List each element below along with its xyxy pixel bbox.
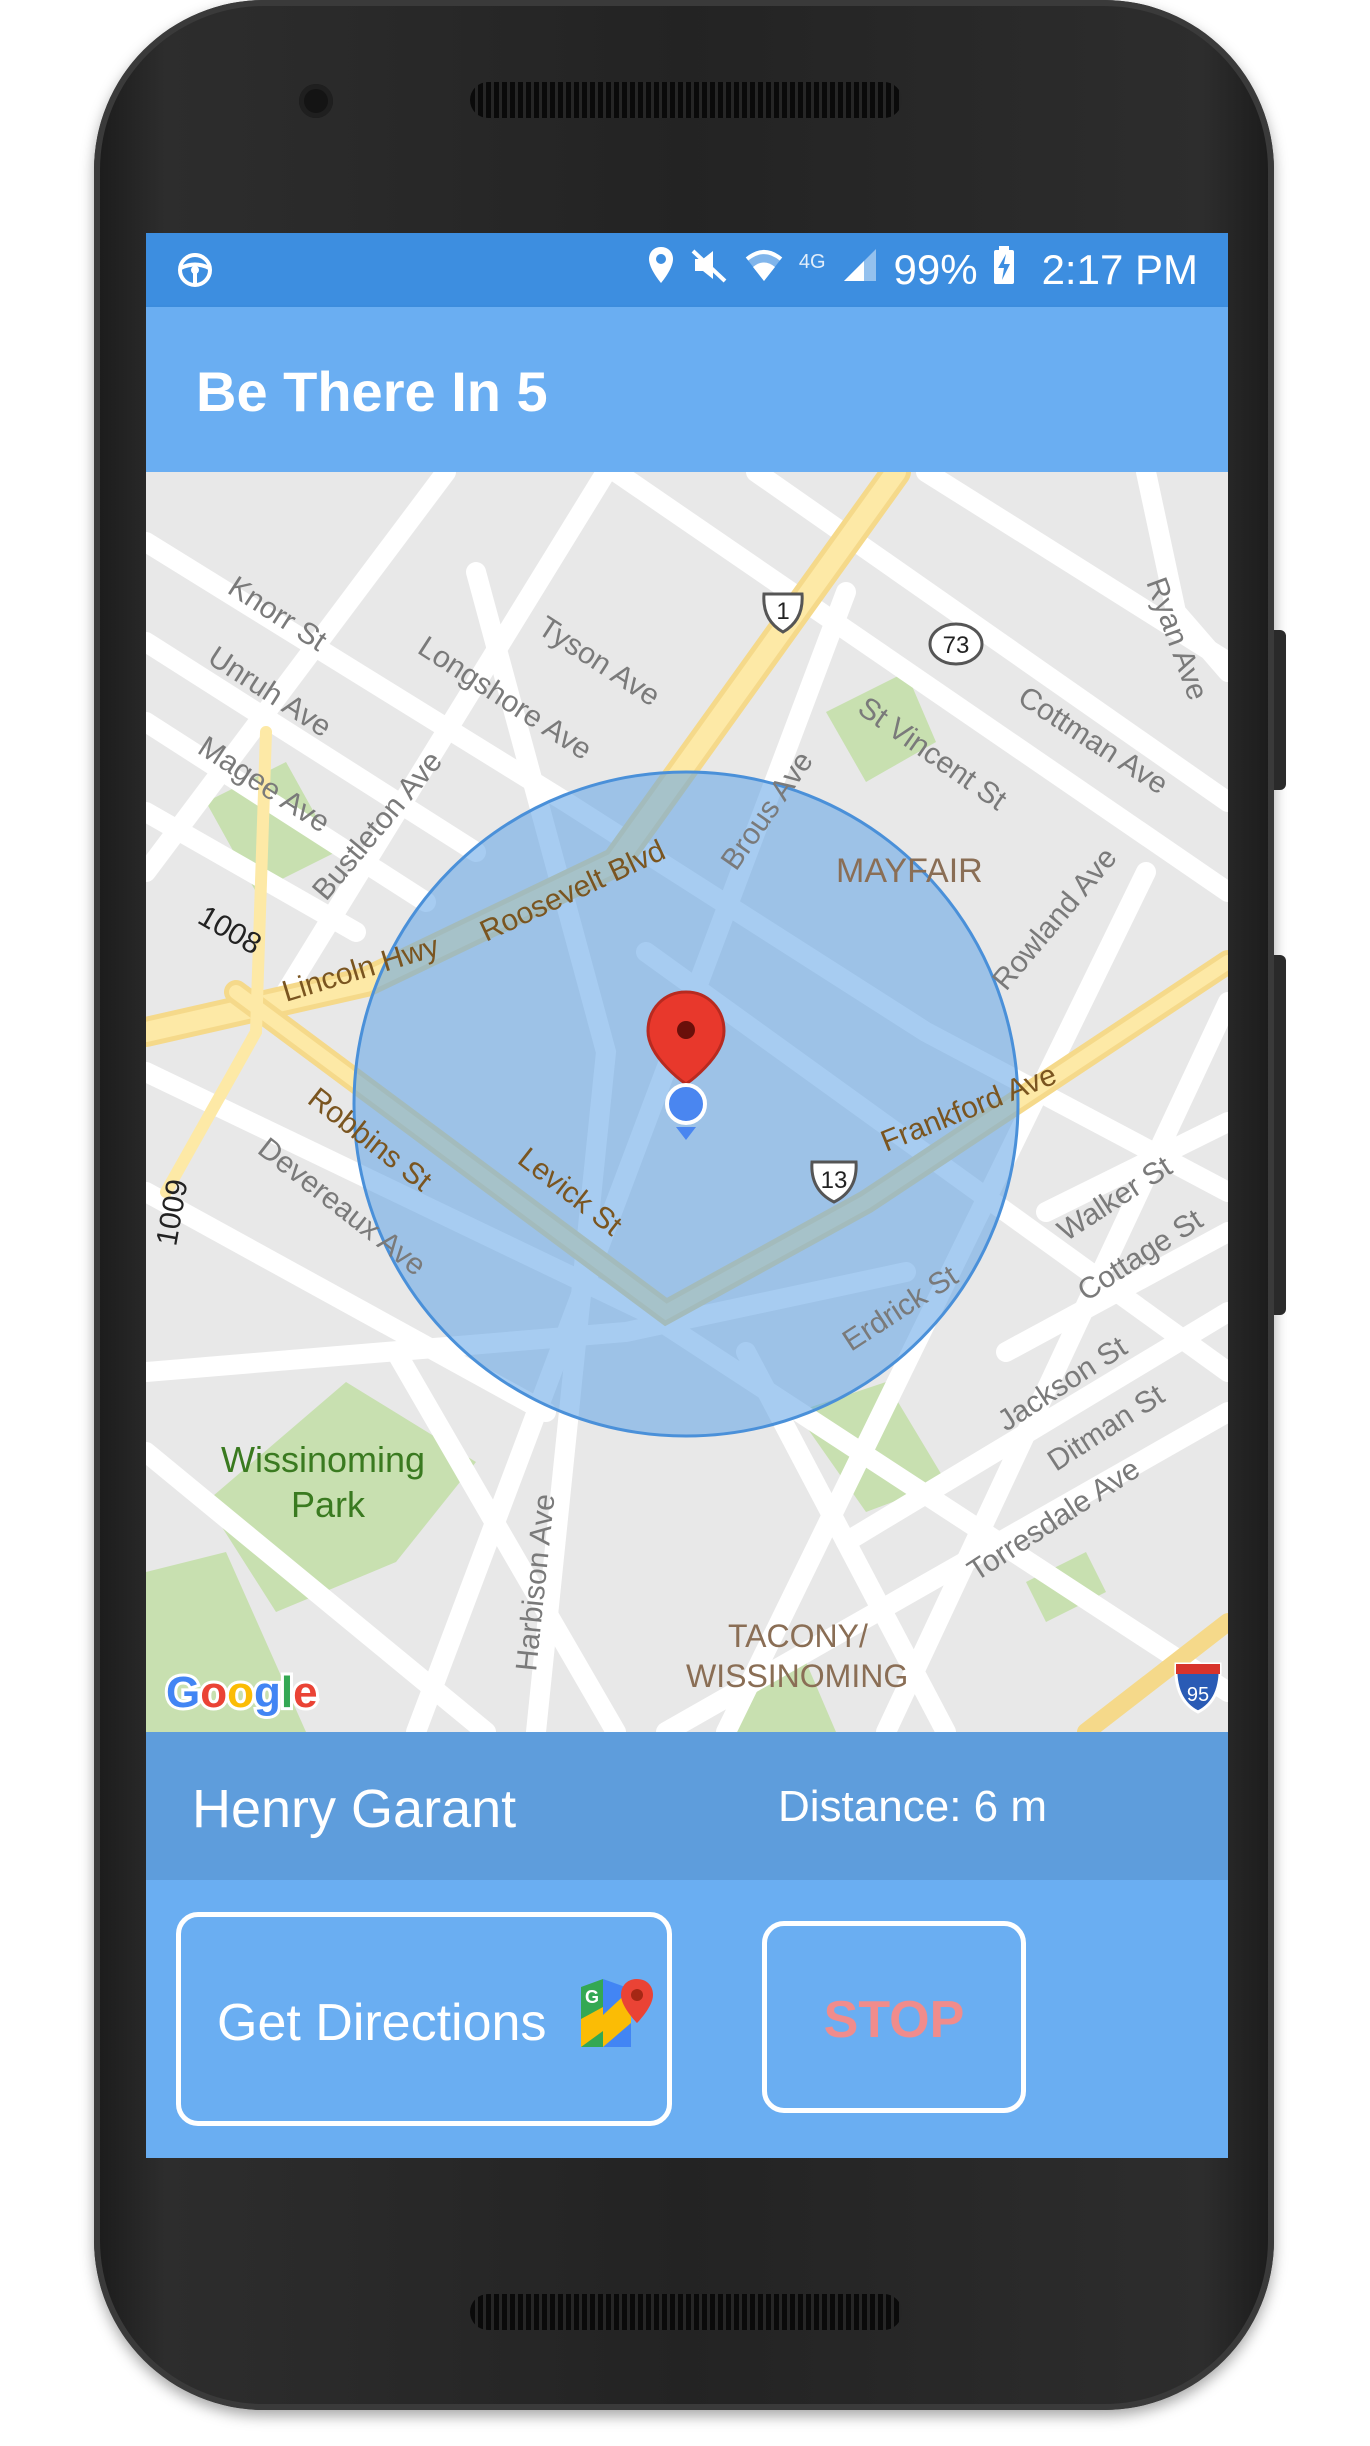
shield-number: 13 (821, 1167, 848, 1194)
shield-number: 73 (943, 632, 970, 659)
location-pin-icon (647, 245, 675, 295)
map-view[interactable]: Knorr St Unruh Ave Magee Ave Longshore A… (146, 472, 1228, 1732)
signal-icon (840, 245, 880, 295)
park-label: Wissinoming (221, 1439, 425, 1480)
earpiece-speaker (470, 82, 902, 118)
action-bar: Get Directions G STOP (146, 1880, 1228, 2158)
app-title: Be There In 5 (196, 360, 548, 423)
screen: 4G 99% 2:17 PM Be There In 5 Knorr St Un… (146, 233, 1228, 2158)
contact-name: Henry Garant (192, 1779, 517, 1839)
google-logo: Google (163, 1665, 321, 1720)
get-directions-button[interactable]: Get Directions G (176, 1912, 672, 2126)
neighborhood-label: TACONY/ (728, 1618, 868, 1654)
google-maps-icon: G (581, 1979, 653, 2052)
neighborhood-label: WISSINOMING (686, 1658, 908, 1694)
clock: 2:17 PM (1041, 246, 1198, 293)
shield-number: 95 (1187, 1684, 1209, 1706)
state-route-shield: 73 (928, 622, 984, 666)
volume-button (1274, 955, 1286, 1315)
status-bar: 4G 99% 2:17 PM (146, 233, 1228, 307)
battery-percent: 99% (893, 246, 978, 293)
get-directions-label: Get Directions (217, 1994, 547, 2052)
status-icons: 4G 99% 2:17 PM (647, 243, 1198, 297)
distance-readout: Distance: 6 m (778, 1782, 1047, 1831)
battery-charging-icon (992, 245, 1016, 295)
park-label: Park (291, 1484, 366, 1525)
power-button (1274, 630, 1286, 790)
wifi-icon (743, 245, 785, 295)
svg-text:Google: Google (166, 1668, 318, 1717)
neighborhood-label: MAYFAIR (836, 852, 983, 890)
info-bar: Henry Garant Distance: 6 m (146, 1732, 1228, 1880)
front-camera (299, 84, 333, 118)
steering-wheel-icon (176, 251, 214, 299)
svg-text:G: G (585, 1987, 599, 2007)
shield-number: 1 (776, 598, 789, 625)
stop-label: STOP (823, 1991, 965, 2049)
stop-button[interactable]: STOP (762, 1921, 1026, 2113)
bottom-speaker (470, 2294, 902, 2330)
mute-icon (689, 245, 729, 295)
app-bar: Be There In 5 (146, 307, 1228, 472)
network-type: 4G (798, 250, 826, 273)
